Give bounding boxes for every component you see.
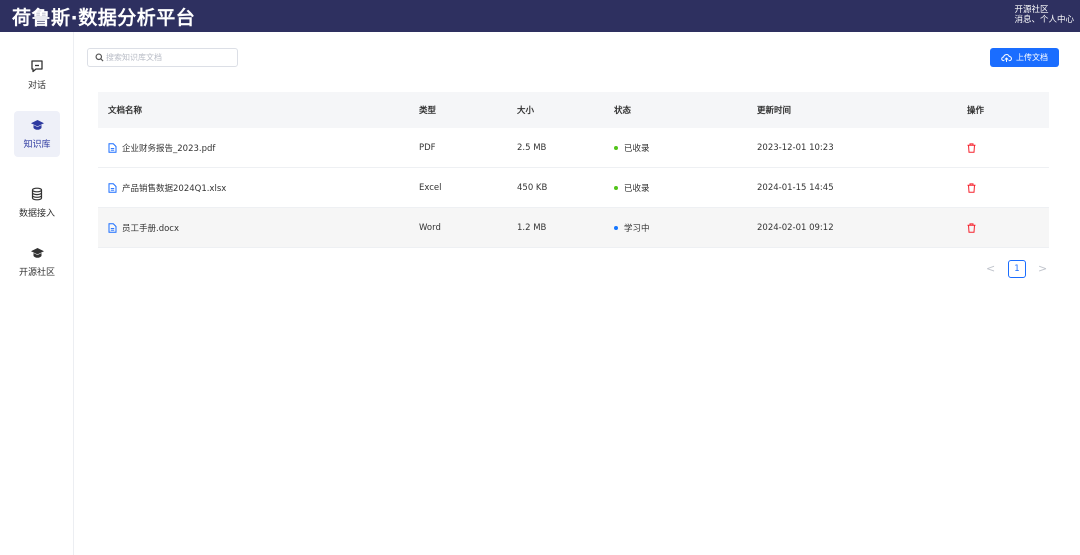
next-page-button[interactable]: > [1038,262,1047,275]
file-icon [108,222,117,233]
search-box[interactable] [87,48,238,67]
sidebar-item-data-access[interactable]: 数据接入 [14,180,60,226]
delete-icon[interactable] [967,182,976,193]
sidebar-item-knowledge-base[interactable]: 知识库 [14,111,60,157]
sidebar-item-label: 开源社区 [18,268,55,278]
chat-icon [14,58,60,76]
top-bar: 荷鲁斯·数据分析平台 开源社区 消息、个人中心 [0,0,1080,32]
table-row[interactable]: 企业财务报告_2023.pdf PDF 2.5 MB 已收录 2023-12-0… [98,128,1049,168]
updated-time: 2024-02-01 09:12 [757,222,834,233]
file-name[interactable]: 企业财务报告_2023.pdf [122,142,215,154]
cloud-upload-icon [1001,54,1012,62]
file-icon [108,142,117,153]
page-1-button[interactable]: 1 [1008,260,1026,278]
status-label: 已收录 [624,183,650,194]
status-label: 已收录 [624,143,650,154]
file-name[interactable]: 员工手册.docx [122,222,179,234]
column-header-status[interactable]: 状态 [614,92,631,128]
updated-time: 2024-01-15 14:45 [757,182,834,193]
upload-button-label: 上传文档 [1016,53,1048,62]
graduation-cap-icon [14,117,60,135]
status-dot [614,225,618,230]
link-separator: 、 [1031,15,1040,25]
sidebar-item-label: 知识库 [23,140,51,150]
file-name[interactable]: 产品销售数据2024Q1.xlsx [122,182,226,194]
profile-link[interactable]: 个人中心 [1040,15,1074,25]
file-icon [108,182,117,193]
sidebar: 对话 知识库 数据接入 开源社区 [0,32,74,555]
sidebar-item-label: 对话 [27,81,46,91]
search-input[interactable] [106,50,231,65]
column-header-size[interactable]: 大小 [517,92,534,128]
prev-page-button[interactable]: < [986,262,995,275]
column-header-type[interactable]: 类型 [419,92,436,128]
file-size: 1.2 MB [517,222,547,233]
status-label: 学习中 [624,223,650,234]
table-row[interactable]: 产品销售数据2024Q1.xlsx Excel 450 KB 已收录 2024-… [98,168,1049,208]
status-dot [614,145,618,150]
updated-time: 2023-12-01 10:23 [757,142,834,153]
documents-table: 文档名称 类型 大小 状态 更新时间 操作 企业财务报告_2023.pdf PD… [98,92,1049,248]
app-title: 荷鲁斯·数据分析平台 [12,7,196,29]
top-links: 开源社区 消息、个人中心 [1014,5,1074,25]
graduation-cap-icon [14,245,60,263]
search-icon [95,53,104,62]
file-size: 450 KB [517,182,548,193]
table-row[interactable]: 员工手册.docx Word 1.2 MB 学习中 2024-02-01 09:… [98,208,1049,248]
delete-icon[interactable] [967,142,976,153]
sidebar-item-community[interactable]: 开源社区 [14,239,60,285]
pagination: < 1 > [980,260,1050,278]
status-dot [614,185,618,190]
sidebar-item-label: 数据接入 [18,209,55,219]
upload-document-button[interactable]: 上传文档 [990,48,1059,67]
column-header-updated[interactable]: 更新时间 [757,92,791,128]
file-type: Excel [419,182,442,193]
column-header-name[interactable]: 文档名称 [108,92,142,128]
messages-link[interactable]: 消息 [1014,15,1031,25]
file-type: PDF [419,142,436,153]
column-header-actions: 操作 [967,106,985,116]
sidebar-item-chat[interactable]: 对话 [14,52,60,98]
file-type: Word [419,222,441,233]
community-link[interactable]: 开源社区 [1014,5,1048,15]
database-icon [14,186,60,204]
file-size: 2.5 MB [517,142,547,153]
table-header: 文档名称 类型 大小 状态 更新时间 操作 [98,92,1049,128]
delete-icon[interactable] [967,222,976,233]
